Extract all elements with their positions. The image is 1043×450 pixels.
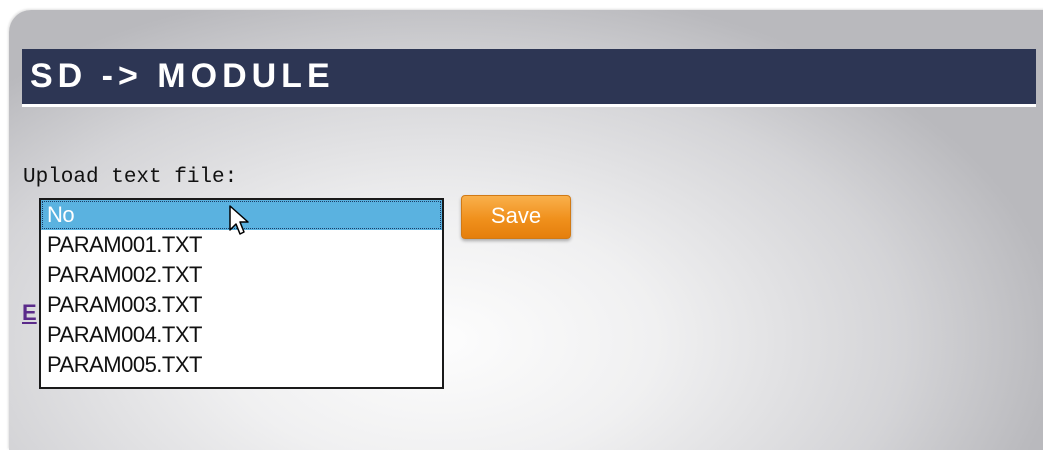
file-option-param002[interactable]: PARAM002.TXT — [41, 260, 442, 290]
file-option-param004[interactable]: PARAM004.TXT — [41, 320, 442, 350]
title-bar: SD -> MODULE — [22, 49, 1036, 107]
mouse-pointer-icon — [229, 205, 249, 235]
partially-hidden-link[interactable]: E — [22, 300, 37, 326]
save-button[interactable]: Save — [461, 195, 571, 239]
upload-file-label: Upload text file: — [23, 166, 238, 189]
file-option-param003[interactable]: PARAM003.TXT — [41, 290, 442, 320]
page-title: SD -> MODULE — [30, 57, 335, 95]
file-option-param005[interactable]: PARAM005.TXT — [41, 350, 442, 380]
